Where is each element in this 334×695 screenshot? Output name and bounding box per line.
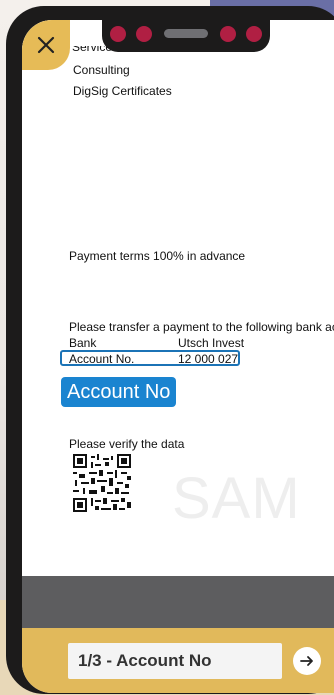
close-button[interactable]	[22, 20, 70, 70]
arrow-right-icon	[300, 656, 313, 666]
watermark: SAM	[172, 466, 301, 531]
viewer-background	[22, 576, 334, 628]
account-highlight-box[interactable]	[60, 350, 240, 366]
speaker-grille	[164, 29, 208, 38]
camera-dot	[220, 26, 236, 42]
line-transfer: Please transfer a payment to the followi…	[69, 320, 334, 334]
line-payment-terms: Payment terms 100% in advance	[69, 249, 246, 263]
phone-notch	[102, 20, 270, 52]
next-button[interactable]	[293, 647, 321, 675]
camera-dot	[136, 26, 152, 42]
bank-label: Bank	[69, 336, 97, 350]
camera-dot	[110, 26, 126, 42]
phone-screen: Service and Maintenance Consulting DigSi…	[22, 20, 334, 693]
line-digsig: DigSig Certificates	[73, 84, 172, 98]
camera-dot	[246, 26, 262, 42]
field-badge: Account No	[61, 377, 177, 407]
bank-value: Utsch Invest	[178, 336, 245, 350]
close-icon	[37, 36, 55, 54]
step-field[interactable]: 1/3 - Account No	[68, 643, 282, 679]
document-view[interactable]: Service and Maintenance Consulting DigSi…	[22, 20, 334, 576]
line-consulting: Consulting	[73, 63, 130, 77]
phone-frame: Service and Maintenance Consulting DigSi…	[6, 6, 334, 694]
qr-code-icon	[73, 454, 131, 512]
line-verify: Please verify the data	[69, 437, 185, 451]
bottom-bar: 1/3 - Account No	[22, 628, 334, 693]
